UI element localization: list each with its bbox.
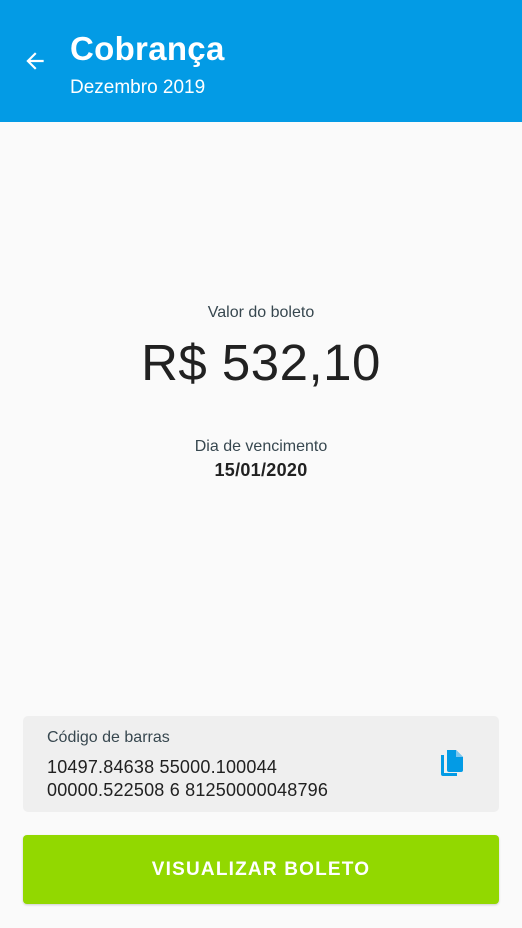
due-date-value: 15/01/2020 bbox=[214, 460, 308, 480]
page-title: Cobrança bbox=[70, 30, 225, 67]
barcode-label: Código de barras bbox=[47, 729, 170, 746]
back-button[interactable] bbox=[16, 42, 54, 80]
copy-barcode-button[interactable] bbox=[435, 746, 469, 780]
barcode-value-line-2: 00000.522508 6 81250000048796 bbox=[47, 780, 329, 800]
amount-value: R$ 532,10 bbox=[141, 334, 381, 391]
due-date-label: Dia de vencimento bbox=[194, 438, 328, 455]
view-boleto-button[interactable]: VISUALIZAR BOLETO bbox=[23, 835, 499, 904]
arrow-left-icon bbox=[26, 52, 44, 70]
due-date-section: Dia de vencimento 15/01/2020 bbox=[0, 436, 522, 482]
barcode-card: Código de barras 10497.84638 55000.10004… bbox=[23, 716, 499, 812]
app-bar: Cobrança Dezembro 2019 bbox=[0, 0, 522, 122]
barcode-value-line-1: 10497.84638 55000.100044 bbox=[47, 757, 278, 777]
page-subtitle: Dezembro 2019 bbox=[70, 77, 206, 98]
boleto-screen: Cobrança Dezembro 2019 Valor do boleto R… bbox=[0, 0, 522, 928]
amount-label: Valor do boleto bbox=[207, 304, 315, 321]
copy-icon bbox=[441, 750, 463, 776]
amount-section: Valor do boleto R$ 532,10 bbox=[0, 302, 522, 392]
